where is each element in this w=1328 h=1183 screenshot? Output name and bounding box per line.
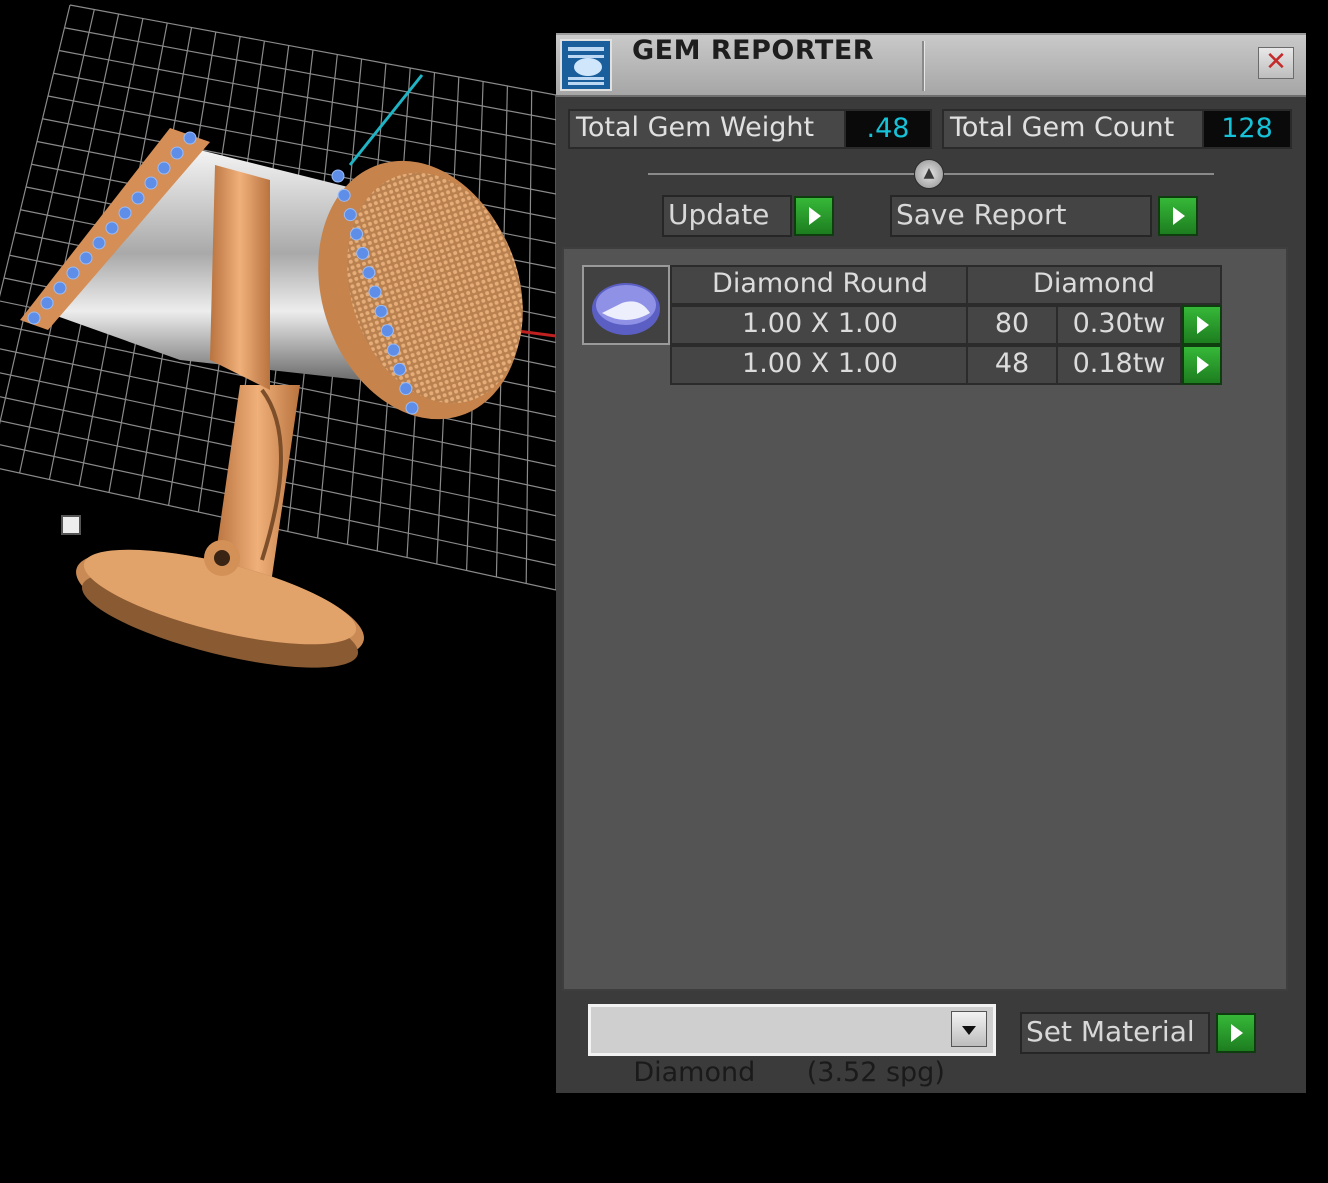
- model-render: [0, 4, 556, 668]
- chevron-down-icon[interactable]: [951, 1011, 987, 1047]
- window-title: GEM REPORTER: [632, 35, 875, 66]
- material-selected-value: Diamond (3.52 spg): [633, 1057, 945, 1088]
- gem-material-header: Diamond: [966, 265, 1222, 305]
- set-material-go-icon[interactable]: [1216, 1013, 1256, 1053]
- save-report-go-icon[interactable]: [1158, 196, 1198, 236]
- total-gem-count-value: 128: [1202, 109, 1292, 149]
- material-dropdown[interactable]: Diamond (3.52 spg): [588, 1004, 996, 1088]
- pivot-marker[interactable]: [61, 515, 81, 535]
- row-2-count: 48: [966, 345, 1058, 385]
- total-gem-count-label: Total Gem Count: [942, 109, 1204, 149]
- gold-band: [210, 165, 270, 390]
- close-button[interactable]: ✕: [1258, 47, 1294, 79]
- gem-reporter-app-icon: [560, 39, 612, 91]
- title-bar[interactable]: GEM REPORTER ✕: [556, 35, 1306, 97]
- gem-reporter-panel: GEM REPORTER ✕ Total Gem Weight .48 Tota…: [556, 33, 1306, 1093]
- gem-report-list: Diamond Round Diamond 1.00 X 1.00 80 0.3…: [562, 247, 1288, 991]
- update-button[interactable]: Update: [662, 195, 792, 237]
- row-1-weight: 0.30tw: [1056, 305, 1182, 345]
- save-report-button[interactable]: Save Report: [890, 195, 1152, 237]
- collapse-toggle-button[interactable]: ▲: [914, 159, 944, 189]
- row-2-select-icon[interactable]: [1182, 345, 1222, 385]
- row-1-size: 1.00 X 1.00: [670, 305, 970, 345]
- round-gem-icon: [582, 265, 670, 345]
- chevron-up-icon: ▲: [923, 165, 935, 181]
- row-2-weight: 0.18tw: [1056, 345, 1182, 385]
- close-icon: ✕: [1265, 47, 1287, 77]
- row-2-size: 1.00 X 1.00: [670, 345, 970, 385]
- total-gem-weight-label: Total Gem Weight: [568, 109, 846, 149]
- row-1-select-icon[interactable]: [1182, 305, 1222, 345]
- total-gem-weight-value: .48: [844, 109, 932, 149]
- update-go-icon[interactable]: [794, 196, 834, 236]
- 3d-viewport[interactable]: [0, 0, 556, 1106]
- title-divider: [922, 41, 925, 91]
- gem-shape-header: Diamond Round: [670, 265, 970, 305]
- set-material-button[interactable]: Set Material: [1020, 1012, 1210, 1054]
- row-1-count: 80: [966, 305, 1058, 345]
